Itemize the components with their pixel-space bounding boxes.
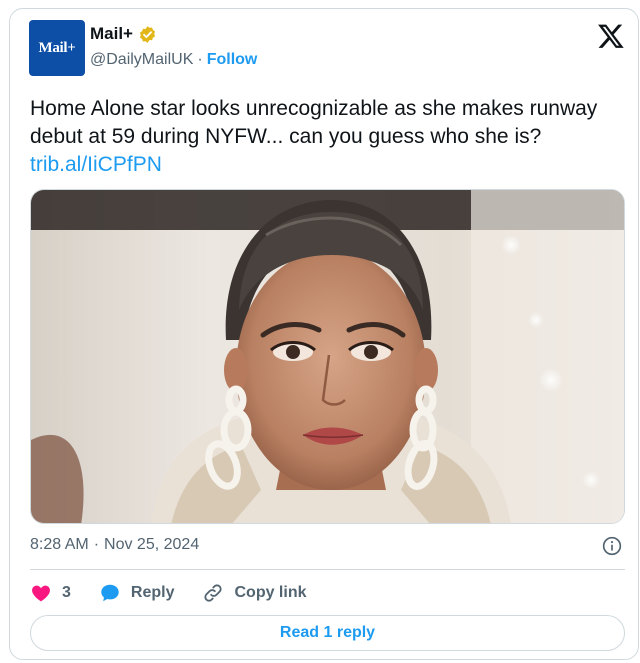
action-bar: 3 Reply Copy link — [30, 581, 335, 605]
tweet-timestamp[interactable]: 8:28 AM · Nov 25, 2024 — [30, 536, 199, 554]
copy-link-button[interactable]: Copy link — [202, 582, 307, 604]
avatar-logo-text: Mail+ — [38, 39, 76, 56]
like-button[interactable]: 3 — [30, 582, 71, 604]
avatar[interactable]: Mail+ — [29, 20, 85, 76]
copy-link-label: Copy link — [234, 584, 307, 601]
tweet-card: Mail+ Mail+ @DailyMailUK · Follow Home A… — [9, 8, 639, 660]
heart-icon — [32, 585, 50, 602]
photo-woman-with-earrings — [31, 190, 624, 523]
reply-label: Reply — [130, 584, 175, 601]
tweet-date: Nov 25, 2024 — [104, 536, 200, 553]
info-icon[interactable] — [602, 536, 622, 556]
handle-separator: · — [197, 51, 203, 68]
verified-badge-icon — [139, 25, 156, 43]
timestamp-separator: · — [93, 536, 100, 553]
handle-row: @DailyMailUK · Follow — [90, 51, 257, 69]
author-name[interactable]: Mail+ — [90, 24, 133, 44]
reply-button[interactable]: Reply — [99, 582, 175, 604]
like-count: 3 — [62, 584, 71, 601]
read-reply-label: Read 1 reply — [279, 624, 376, 641]
follow-button[interactable]: Follow — [207, 51, 258, 69]
x-logo-icon[interactable] — [597, 22, 625, 50]
tweet-link[interactable]: trib.al/IiCPfPN — [30, 153, 162, 176]
author-handle[interactable]: @DailyMailUK — [90, 51, 193, 69]
link-icon — [204, 584, 223, 602]
divider — [30, 569, 625, 570]
tweet-time: 8:28 AM — [30, 536, 89, 553]
tweet-body: Home Alone star looks unrecognizable as … — [30, 97, 598, 148]
author-name-row: Mail+ — [90, 24, 157, 44]
read-reply-button[interactable]: Read 1 reply — [30, 615, 625, 651]
tweet-photo[interactable] — [30, 189, 625, 524]
tweet-text: Home Alone star looks unrecognizable as … — [30, 95, 620, 179]
speech-bubble-icon — [101, 584, 119, 602]
